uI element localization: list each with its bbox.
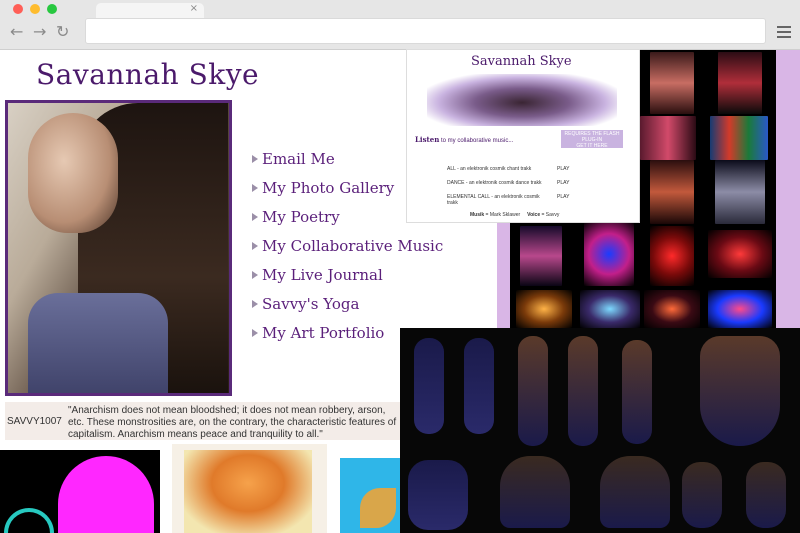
gallery-thumb[interactable] bbox=[710, 116, 768, 160]
yoga-pose-figure bbox=[414, 338, 444, 434]
yoga-pose-figure bbox=[622, 340, 652, 444]
track-label: ELEMENTAL CALL - an elektronik cosmik tr… bbox=[447, 194, 540, 206]
yoga-pose-figure bbox=[518, 336, 548, 446]
music-credits: Musik = Mark Sklawer Voice = Savvy bbox=[470, 212, 560, 218]
gallery-thumb[interactable] bbox=[640, 116, 696, 160]
yoga-pose-figure bbox=[682, 462, 722, 528]
play-button[interactable]: PLAY bbox=[557, 194, 569, 200]
site-title: Savannah Skye bbox=[36, 58, 260, 91]
yoga-pose-figure bbox=[700, 336, 780, 446]
close-window-dot[interactable] bbox=[13, 4, 23, 14]
page-content: Savannah Skye Email Me My Photo Gallery … bbox=[0, 50, 800, 533]
track-label: DANCE - an elektronik cosmik dance trakk bbox=[447, 180, 542, 186]
quote-text: "Anarchism does not mean bloodshed; it d… bbox=[68, 405, 397, 440]
yoga-pose-figure bbox=[568, 336, 598, 446]
maximize-window-dot[interactable] bbox=[47, 4, 57, 14]
listen-label: Listen to my collaborative music... bbox=[415, 135, 514, 144]
quote-id: SAVVY1007 bbox=[7, 416, 62, 427]
track-label: ALL - an elektronik cosmik chant trakk bbox=[447, 166, 532, 172]
gallery-thumb[interactable] bbox=[650, 226, 694, 286]
browser-chrome: × ← → ↻ bbox=[0, 0, 800, 50]
gallery-thumb[interactable] bbox=[650, 160, 694, 224]
back-icon[interactable]: ← bbox=[10, 22, 23, 41]
get-flash-link[interactable]: GET IT HERE bbox=[576, 143, 607, 149]
reclining-figure-image bbox=[427, 74, 617, 126]
gallery-thumb[interactable] bbox=[520, 226, 562, 286]
gallery-thumb[interactable] bbox=[644, 290, 700, 328]
menu-item-live-journal[interactable]: My Live Journal bbox=[252, 266, 443, 295]
menu-item-collaborative-music[interactable]: My Collaborative Music bbox=[252, 237, 443, 266]
flash-plugin-notice[interactable]: REQUIRES THE FLASH PLUG-IN GET IT HERE bbox=[561, 130, 623, 149]
gallery-thumb[interactable] bbox=[650, 52, 694, 114]
gallery-thumb[interactable] bbox=[715, 160, 765, 224]
gallery-thumb[interactable] bbox=[708, 290, 772, 328]
tab-close-icon[interactable]: × bbox=[190, 3, 198, 14]
gallery-thumb[interactable] bbox=[718, 52, 762, 114]
music-player-panel: Savannah Skye Listen to my collaborative… bbox=[407, 50, 639, 222]
yoga-poses-collage bbox=[400, 328, 800, 533]
browser-tab[interactable]: × bbox=[96, 3, 204, 19]
yoga-pose-figure bbox=[464, 338, 494, 434]
quote-bar: SAVVY1007 "Anarchism does not mean blood… bbox=[5, 402, 400, 440]
yoga-pose-figure bbox=[746, 462, 786, 528]
gallery-thumb[interactable] bbox=[580, 290, 640, 328]
browser-window: × ← → ↻ Savannah Skye Email Me My Photo … bbox=[0, 0, 800, 533]
yoga-pose-figure bbox=[600, 456, 670, 528]
yoga-pose-figure bbox=[408, 460, 468, 530]
play-button[interactable]: PLAY bbox=[557, 166, 569, 172]
art-tile-leaves bbox=[172, 444, 327, 533]
gallery-thumb[interactable] bbox=[708, 230, 772, 278]
gallery-thumb[interactable] bbox=[584, 222, 634, 286]
menu-item-yoga[interactable]: Savvy's Yoga bbox=[252, 295, 443, 324]
art-tile-blue bbox=[340, 458, 402, 533]
music-panel-title: Savannah Skye bbox=[471, 54, 572, 69]
forward-icon[interactable]: → bbox=[33, 22, 46, 41]
play-button[interactable]: PLAY bbox=[557, 180, 569, 186]
yoga-pose-figure bbox=[500, 456, 570, 528]
minimize-window-dot[interactable] bbox=[30, 4, 40, 14]
portrait-photo bbox=[5, 100, 232, 396]
reload-icon[interactable]: ↻ bbox=[56, 22, 69, 41]
art-tile-magenta bbox=[0, 450, 160, 533]
address-bar[interactable] bbox=[85, 18, 766, 44]
hamburger-menu-icon[interactable] bbox=[777, 26, 791, 38]
gallery-thumb[interactable] bbox=[516, 290, 572, 328]
